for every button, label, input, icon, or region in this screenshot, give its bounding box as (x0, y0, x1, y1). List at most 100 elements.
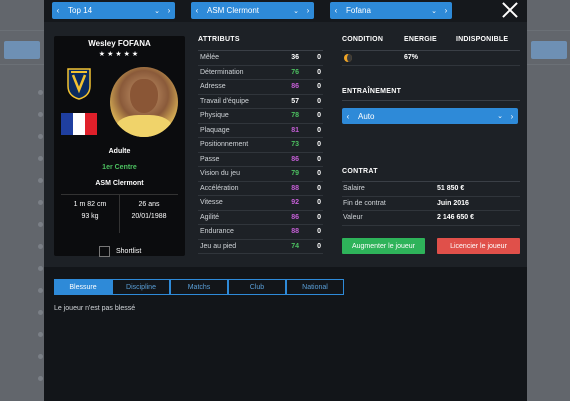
league-select-value: Top 14 (68, 6, 93, 15)
attribute-label: Plaquage (200, 126, 230, 134)
next-arrow-icon[interactable]: › (302, 6, 314, 15)
background-dot (38, 134, 43, 139)
attribute-value: 92 (291, 199, 299, 207)
shortlist-checkbox[interactable] (99, 246, 110, 257)
flag-stripe-blue (61, 113, 73, 135)
chevron-down-icon: ⌄ (154, 7, 160, 15)
club-logo (67, 68, 91, 100)
training-select[interactable]: ‹ Auto ⌄ › (342, 108, 518, 124)
next-arrow-icon[interactable]: › (440, 6, 452, 15)
prev-arrow-icon[interactable]: ‹ (52, 6, 64, 15)
injury-status-text: Le joueur n'est pas blessé (54, 305, 136, 312)
attribute-change: 0 (317, 141, 321, 149)
attribute-row: Plaquage 81 0 (198, 124, 323, 138)
tab-injury[interactable]: Blessure (54, 279, 112, 295)
background-dot (38, 200, 43, 205)
background-dot (38, 266, 43, 271)
modal-topbar: ‹ Top 14 ⌄ › ‹ ASM Clermont ⌄ › ‹ Fofana… (44, 0, 527, 22)
next-arrow-icon[interactable]: › (506, 112, 518, 121)
attribute-label: Adresse (200, 83, 226, 91)
contract-row: Salaire 51 850 € (342, 182, 520, 197)
player-select[interactable]: ‹ Fofana ⌄ › (330, 2, 452, 19)
club-select[interactable]: ‹ ASM Clermont ⌄ › (191, 2, 314, 19)
background-button (531, 41, 567, 59)
league-select[interactable]: ‹ Top 14 ⌄ › (52, 2, 175, 19)
details-section: Blessure Discipline Matchs Club National… (44, 267, 527, 401)
details-tabs: Blessure Discipline Matchs Club National (54, 279, 344, 295)
attribute-change: 0 (317, 112, 321, 120)
background-dot (38, 332, 43, 337)
tab-discipline[interactable]: Discipline (112, 279, 170, 295)
attribute-change: 0 (317, 97, 321, 105)
attribute-label: Vitesse (200, 199, 223, 207)
contract-label: Valeur (343, 214, 363, 222)
attribute-change: 0 (317, 228, 321, 236)
shortlist-toggle[interactable]: Shortlist (99, 246, 141, 257)
player-birthdate: 20/01/1988 (131, 213, 167, 220)
age-category: Adulte (108, 148, 131, 155)
prev-arrow-icon[interactable]: ‹ (191, 6, 203, 15)
prev-arrow-icon[interactable]: ‹ (342, 112, 354, 121)
chevron-down-icon: ⌄ (497, 113, 503, 120)
attribute-label: Physique (200, 112, 229, 120)
tab-club[interactable]: Club (228, 279, 286, 295)
attribute-value: 81 (291, 126, 299, 134)
background-dot (38, 288, 43, 293)
player-weight: 93 kg (81, 213, 99, 220)
club-select-value: ASM Clermont (207, 6, 260, 15)
attribute-label: Jeu au pied (200, 242, 237, 250)
attribute-row: Mêlée 36 0 (198, 51, 323, 66)
contract-value: 2 146 650 € (437, 214, 474, 222)
attribute-value: 86 (291, 213, 299, 221)
attribute-change: 0 (317, 68, 321, 76)
attribute-row: Jeu au pied 74 0 (198, 240, 323, 254)
contract-row: Fin de contrat Juin 2016 (342, 197, 520, 211)
attribute-label: Positionnement (200, 141, 249, 149)
attribute-label: Agilité (200, 213, 220, 221)
attribute-value: 88 (291, 184, 299, 192)
flag-stripe-red (85, 113, 97, 135)
attribute-change: 0 (317, 184, 321, 192)
tab-matches[interactable]: Matchs (170, 279, 228, 295)
attribute-value: 36 (291, 54, 299, 62)
next-arrow-icon[interactable]: › (163, 6, 175, 15)
attribute-value: 73 (291, 141, 299, 149)
close-icon[interactable] (501, 1, 519, 19)
player-physical-info: 1 m 82 cm 93 kg 26 ans 20/01/1988 (61, 194, 178, 233)
contract-table: Salaire 51 850 € Fin de contrat Juin 201… (342, 181, 520, 226)
player-photo (110, 67, 178, 137)
attribute-change: 0 (317, 54, 321, 62)
player-card: Wesley FOFANA ★★★★★ Adulte 1er Centre AS… (54, 36, 185, 257)
background-dot (38, 354, 43, 359)
attribute-value: 79 (291, 170, 299, 178)
contract-row: Valeur 2 146 650 € (342, 211, 520, 226)
background-dot (38, 112, 43, 117)
attribute-label: Endurance (200, 228, 234, 236)
background-dot (38, 222, 43, 227)
attribute-row: Positionnement 73 0 (198, 138, 323, 153)
release-player-button[interactable]: Licencier le joueur (437, 238, 520, 254)
increase-player-button[interactable]: Augmenter le joueur (342, 238, 425, 254)
attribute-row: Adresse 86 0 (198, 80, 323, 95)
player-overview: Wesley FOFANA ★★★★★ Adulte 1er Centre AS… (44, 22, 527, 267)
condition-moon-icon (344, 54, 352, 62)
player-height: 1 m 82 cm (73, 201, 107, 208)
attribute-label: Travail d'équipe (200, 97, 249, 105)
background-dot (38, 376, 43, 381)
condition-col: CONDITION (342, 36, 384, 43)
attribute-label: Mêlée (200, 54, 220, 62)
training-title: ENTRAÎNEMENT (342, 88, 402, 95)
star-rating: ★★★★★ (98, 51, 141, 58)
chevron-down-icon: ⌄ (431, 7, 437, 15)
prev-arrow-icon[interactable]: ‹ (330, 6, 342, 15)
attributes-title: ATTRIBUTS (198, 36, 240, 43)
contract-label: Salaire (343, 185, 365, 193)
tab-national[interactable]: National (286, 279, 344, 295)
player-position: 1er Centre (102, 164, 137, 171)
attribute-row: Vitesse 92 0 (198, 196, 323, 211)
condition-header: CONDITION ENERGIE INDISPONIBLE (342, 36, 522, 43)
shortlist-label: Shortlist (116, 248, 142, 255)
attribute-value: 86 (291, 83, 299, 91)
player-name: Wesley FOFANA (88, 39, 151, 48)
attribute-row: Passe 86 0 (198, 153, 323, 167)
